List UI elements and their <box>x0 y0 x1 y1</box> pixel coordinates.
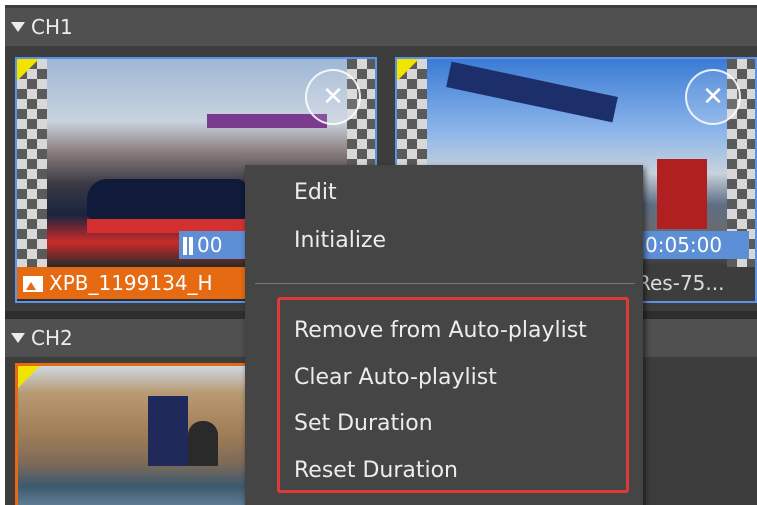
triangle-down-icon[interactable] <box>11 333 25 343</box>
corner-marker <box>18 366 40 388</box>
close-icon[interactable]: ✕ <box>305 69 361 125</box>
channel-header-ch1[interactable]: CH1 <box>5 8 757 46</box>
corner-marker <box>17 59 39 81</box>
pause-icon[interactable] <box>183 237 193 255</box>
image-icon <box>23 276 43 292</box>
corner-marker <box>397 59 419 81</box>
menu-item-edit[interactable]: Edit <box>294 177 337 209</box>
clip-name: XPB_1199134_H <box>49 271 213 295</box>
clip-name: Res-75... <box>637 271 725 295</box>
time-badge: 00 <box>179 231 249 259</box>
triangle-down-icon[interactable] <box>11 22 25 32</box>
highlight-box <box>277 297 629 493</box>
menu-item-initialize[interactable]: Initialize <box>294 225 386 257</box>
menu-separator <box>255 283 635 284</box>
time-badge: 0:05:00 <box>641 231 749 259</box>
time-value: 0:05:00 <box>645 233 723 257</box>
close-icon[interactable]: ✕ <box>685 69 741 125</box>
time-value: 00 <box>197 233 223 257</box>
channel-title: CH1 <box>31 15 73 39</box>
channel-title: CH2 <box>31 326 73 350</box>
